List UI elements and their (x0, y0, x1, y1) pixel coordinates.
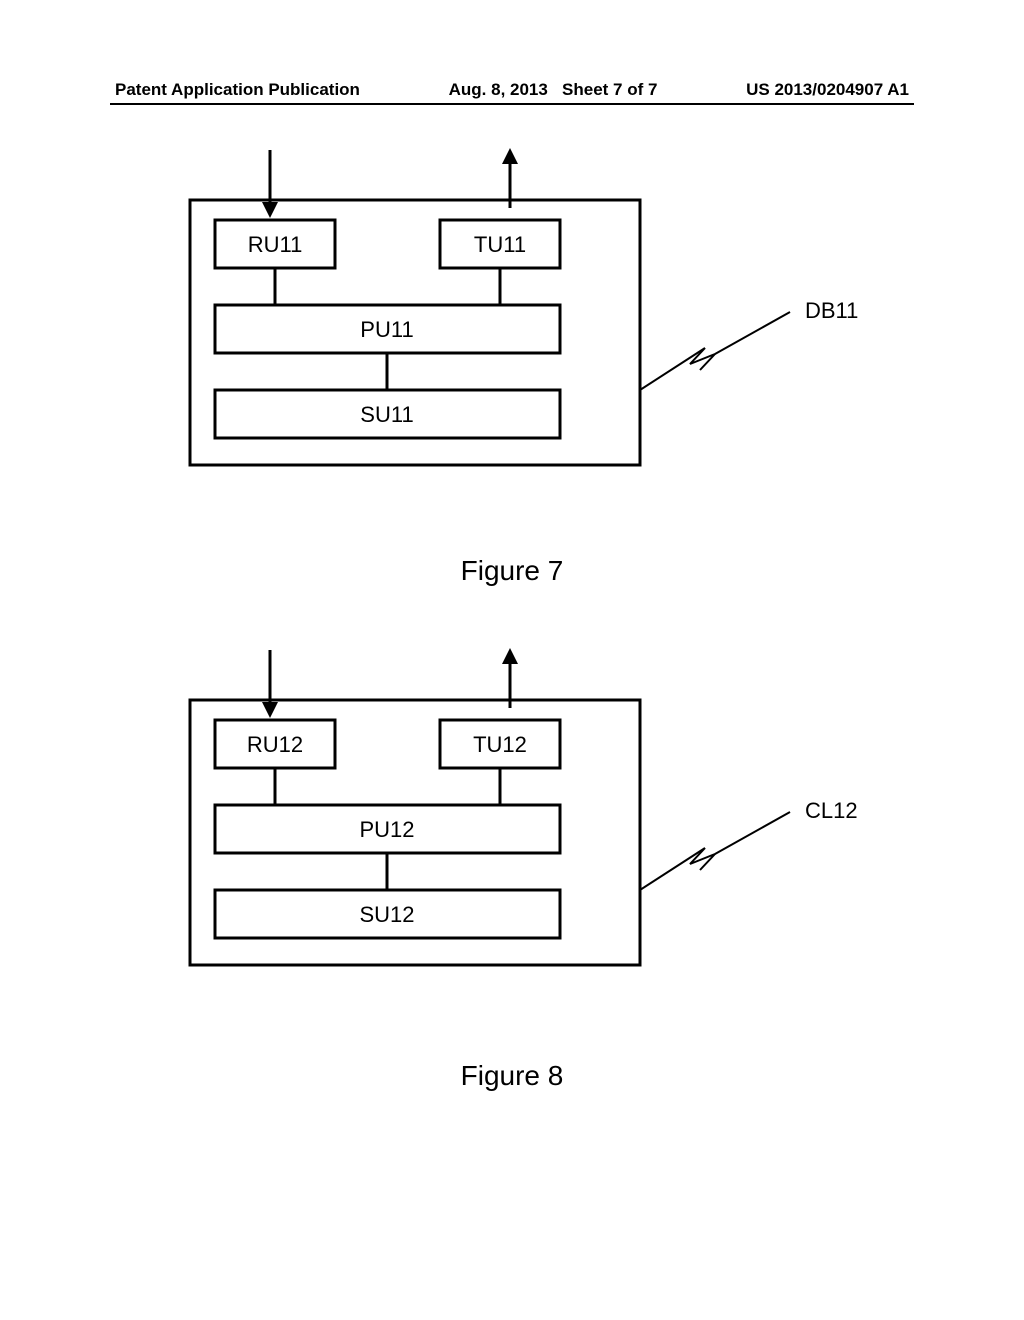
leader-line (640, 312, 790, 390)
ru-label: RU12 (247, 732, 303, 757)
device-label: CL12 (805, 798, 858, 823)
su-label: SU11 (360, 402, 413, 427)
page-header: Patent Application Publication Aug. 8, 2… (115, 80, 909, 100)
pu-label: PU12 (359, 817, 414, 842)
input-arrow-icon (262, 150, 278, 218)
header-date: Aug. 8, 2013 (449, 80, 548, 99)
ru-label: RU11 (248, 232, 303, 257)
leader-line (640, 812, 790, 890)
header-mid: Aug. 8, 2013 Sheet 7 of 7 (449, 80, 658, 100)
input-arrow-icon (262, 650, 278, 718)
header-rule (110, 103, 914, 105)
pu-label: PU11 (360, 317, 413, 342)
header-sheet: Sheet 7 of 7 (562, 80, 657, 99)
header-left: Patent Application Publication (115, 80, 360, 100)
su-label: SU12 (359, 902, 414, 927)
tu-label: TU11 (474, 232, 526, 257)
figure-8-caption: Figure 8 (0, 1060, 1024, 1092)
header-pubno: US 2013/0204907 A1 (746, 80, 909, 100)
figure-7-diagram: RU11 TU11 PU11 SU11 DB11 (150, 140, 950, 520)
device-label: DB11 (805, 298, 858, 323)
figure-8-diagram: RU12 TU12 PU12 SU12 CL12 (150, 640, 950, 1020)
page: Patent Application Publication Aug. 8, 2… (0, 0, 1024, 1320)
tu-label: TU12 (473, 732, 527, 757)
figure-7-caption: Figure 7 (0, 555, 1024, 587)
